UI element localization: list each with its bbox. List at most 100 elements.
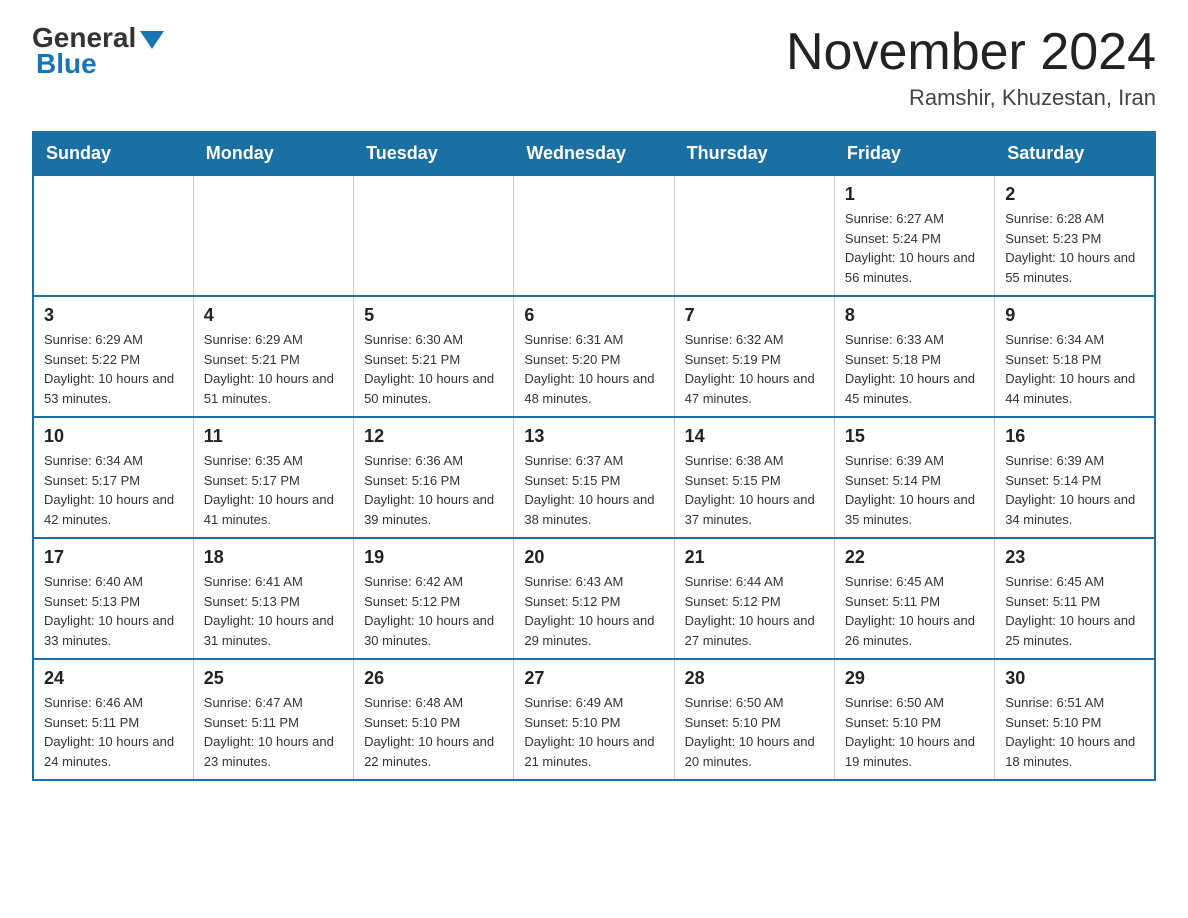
weekday-header-sunday: Sunday (33, 132, 193, 175)
day-info: Sunrise: 6:48 AMSunset: 5:10 PMDaylight:… (364, 693, 503, 771)
calendar-cell: 30 Sunrise: 6:51 AMSunset: 5:10 PMDayligh… (995, 659, 1155, 780)
day-number: 26 (364, 668, 503, 689)
title-block: November 2024 Ramshir, Khuzestan, Iran (786, 24, 1156, 111)
day-info: Sunrise: 6:47 AMSunset: 5:11 PMDaylight:… (204, 693, 343, 771)
calendar-cell: 23 Sunrise: 6:45 AMSunset: 5:11 PMDayligh… (995, 538, 1155, 659)
calendar-week-row: 24 Sunrise: 6:46 AMSunset: 5:11 PMDayligh… (33, 659, 1155, 780)
day-number: 16 (1005, 426, 1144, 447)
location-subtitle: Ramshir, Khuzestan, Iran (786, 85, 1156, 111)
day-number: 23 (1005, 547, 1144, 568)
day-info: Sunrise: 6:37 AMSunset: 5:15 PMDaylight:… (524, 451, 663, 529)
calendar-cell (33, 175, 193, 296)
calendar-cell: 26 Sunrise: 6:48 AMSunset: 5:10 PMDayligh… (354, 659, 514, 780)
day-info: Sunrise: 6:36 AMSunset: 5:16 PMDaylight:… (364, 451, 503, 529)
calendar-cell: 15 Sunrise: 6:39 AMSunset: 5:14 PMDayligh… (834, 417, 994, 538)
calendar-table: SundayMondayTuesdayWednesdayThursdayFrid… (32, 131, 1156, 781)
calendar-cell: 19 Sunrise: 6:42 AMSunset: 5:12 PMDayligh… (354, 538, 514, 659)
day-number: 18 (204, 547, 343, 568)
calendar-cell: 25 Sunrise: 6:47 AMSunset: 5:11 PMDayligh… (193, 659, 353, 780)
calendar-cell: 12 Sunrise: 6:36 AMSunset: 5:16 PMDayligh… (354, 417, 514, 538)
day-info: Sunrise: 6:45 AMSunset: 5:11 PMDaylight:… (1005, 572, 1144, 650)
day-number: 11 (204, 426, 343, 447)
day-info: Sunrise: 6:34 AMSunset: 5:18 PMDaylight:… (1005, 330, 1144, 408)
day-number: 6 (524, 305, 663, 326)
calendar-cell: 24 Sunrise: 6:46 AMSunset: 5:11 PMDayligh… (33, 659, 193, 780)
day-number: 1 (845, 184, 984, 205)
weekday-header-monday: Monday (193, 132, 353, 175)
day-info: Sunrise: 6:34 AMSunset: 5:17 PMDaylight:… (44, 451, 183, 529)
day-number: 2 (1005, 184, 1144, 205)
calendar-cell: 3Sunrise: 6:29 AMSunset: 5:22 PMDaylight… (33, 296, 193, 417)
calendar-week-row: 17Sunrise: 6:40 AMSunset: 5:13 PMDayligh… (33, 538, 1155, 659)
calendar-week-row: 10 Sunrise: 6:34 AMSunset: 5:17 PMDayligh… (33, 417, 1155, 538)
weekday-header-friday: Friday (834, 132, 994, 175)
calendar-cell (514, 175, 674, 296)
calendar-cell: 17Sunrise: 6:40 AMSunset: 5:13 PMDayligh… (33, 538, 193, 659)
day-info: Sunrise: 6:42 AMSunset: 5:12 PMDaylight:… (364, 572, 503, 650)
calendar-cell: 8Sunrise: 6:33 AMSunset: 5:18 PMDaylight… (834, 296, 994, 417)
weekday-header-tuesday: Tuesday (354, 132, 514, 175)
calendar-cell: 14Sunrise: 6:38 AMSunset: 5:15 PMDayligh… (674, 417, 834, 538)
day-number: 13 (524, 426, 663, 447)
day-number: 9 (1005, 305, 1144, 326)
logo-arrow-icon (140, 31, 164, 49)
day-number: 3 (44, 305, 183, 326)
day-number: 25 (204, 668, 343, 689)
day-number: 21 (685, 547, 824, 568)
calendar-cell: 16Sunrise: 6:39 AMSunset: 5:14 PMDayligh… (995, 417, 1155, 538)
day-info: Sunrise: 6:35 AMSunset: 5:17 PMDaylight:… (204, 451, 343, 529)
logo-blue-text: Blue (32, 50, 164, 78)
calendar-cell: 27 Sunrise: 6:49 AMSunset: 5:10 PMDayligh… (514, 659, 674, 780)
day-number: 7 (685, 305, 824, 326)
calendar-week-row: 3Sunrise: 6:29 AMSunset: 5:22 PMDaylight… (33, 296, 1155, 417)
day-number: 29 (845, 668, 984, 689)
calendar-cell: 18Sunrise: 6:41 AMSunset: 5:13 PMDayligh… (193, 538, 353, 659)
day-number: 22 (845, 547, 984, 568)
day-info: Sunrise: 6:46 AMSunset: 5:11 PMDaylight:… (44, 693, 183, 771)
calendar-cell: 28Sunrise: 6:50 AMSunset: 5:10 PMDayligh… (674, 659, 834, 780)
weekday-header-wednesday: Wednesday (514, 132, 674, 175)
day-number: 19 (364, 547, 503, 568)
calendar-cell: 1 Sunrise: 6:27 AMSunset: 5:24 PMDaylight… (834, 175, 994, 296)
calendar-cell: 10 Sunrise: 6:34 AMSunset: 5:17 PMDayligh… (33, 417, 193, 538)
weekday-header-row: SundayMondayTuesdayWednesdayThursdayFrid… (33, 132, 1155, 175)
page-header: General Blue November 2024 Ramshir, Khuz… (32, 24, 1156, 111)
calendar-cell: 20 Sunrise: 6:43 AMSunset: 5:12 PMDayligh… (514, 538, 674, 659)
day-info: Sunrise: 6:45 AMSunset: 5:11 PMDaylight:… (845, 572, 984, 650)
calendar-cell: 4 Sunrise: 6:29 AMSunset: 5:21 PMDaylight… (193, 296, 353, 417)
calendar-cell: 13 Sunrise: 6:37 AMSunset: 5:15 PMDayligh… (514, 417, 674, 538)
day-info: Sunrise: 6:40 AMSunset: 5:13 PMDaylight:… (44, 572, 183, 650)
day-number: 5 (364, 305, 503, 326)
day-info: Sunrise: 6:29 AMSunset: 5:21 PMDaylight:… (204, 330, 343, 408)
day-info: Sunrise: 6:49 AMSunset: 5:10 PMDaylight:… (524, 693, 663, 771)
day-number: 27 (524, 668, 663, 689)
calendar-cell: 22 Sunrise: 6:45 AMSunset: 5:11 PMDayligh… (834, 538, 994, 659)
day-number: 30 (1005, 668, 1144, 689)
day-number: 14 (685, 426, 824, 447)
weekday-header-saturday: Saturday (995, 132, 1155, 175)
calendar-cell: 6Sunrise: 6:31 AMSunset: 5:20 PMDaylight… (514, 296, 674, 417)
day-info: Sunrise: 6:32 AMSunset: 5:19 PMDaylight:… (685, 330, 824, 408)
calendar-cell: 2 Sunrise: 6:28 AMSunset: 5:23 PMDaylight… (995, 175, 1155, 296)
day-info: Sunrise: 6:28 AMSunset: 5:23 PMDaylight:… (1005, 209, 1144, 287)
day-info: Sunrise: 6:27 AMSunset: 5:24 PMDaylight:… (845, 209, 984, 287)
day-number: 24 (44, 668, 183, 689)
day-info: Sunrise: 6:43 AMSunset: 5:12 PMDaylight:… (524, 572, 663, 650)
day-number: 4 (204, 305, 343, 326)
month-title: November 2024 (786, 24, 1156, 81)
day-number: 15 (845, 426, 984, 447)
calendar-cell: 9 Sunrise: 6:34 AMSunset: 5:18 PMDaylight… (995, 296, 1155, 417)
day-info: Sunrise: 6:50 AMSunset: 5:10 PMDaylight:… (685, 693, 824, 771)
day-number: 10 (44, 426, 183, 447)
day-number: 20 (524, 547, 663, 568)
calendar-cell: 29 Sunrise: 6:50 AMSunset: 5:10 PMDayligh… (834, 659, 994, 780)
day-info: Sunrise: 6:30 AMSunset: 5:21 PMDaylight:… (364, 330, 503, 408)
calendar-cell (674, 175, 834, 296)
day-info: Sunrise: 6:44 AMSunset: 5:12 PMDaylight:… (685, 572, 824, 650)
calendar-cell (354, 175, 514, 296)
day-info: Sunrise: 6:39 AMSunset: 5:14 PMDaylight:… (845, 451, 984, 529)
day-info: Sunrise: 6:51 AMSunset: 5:10 PMDaylight:… (1005, 693, 1144, 771)
day-number: 12 (364, 426, 503, 447)
day-info: Sunrise: 6:50 AMSunset: 5:10 PMDaylight:… (845, 693, 984, 771)
logo: General Blue (32, 24, 164, 78)
